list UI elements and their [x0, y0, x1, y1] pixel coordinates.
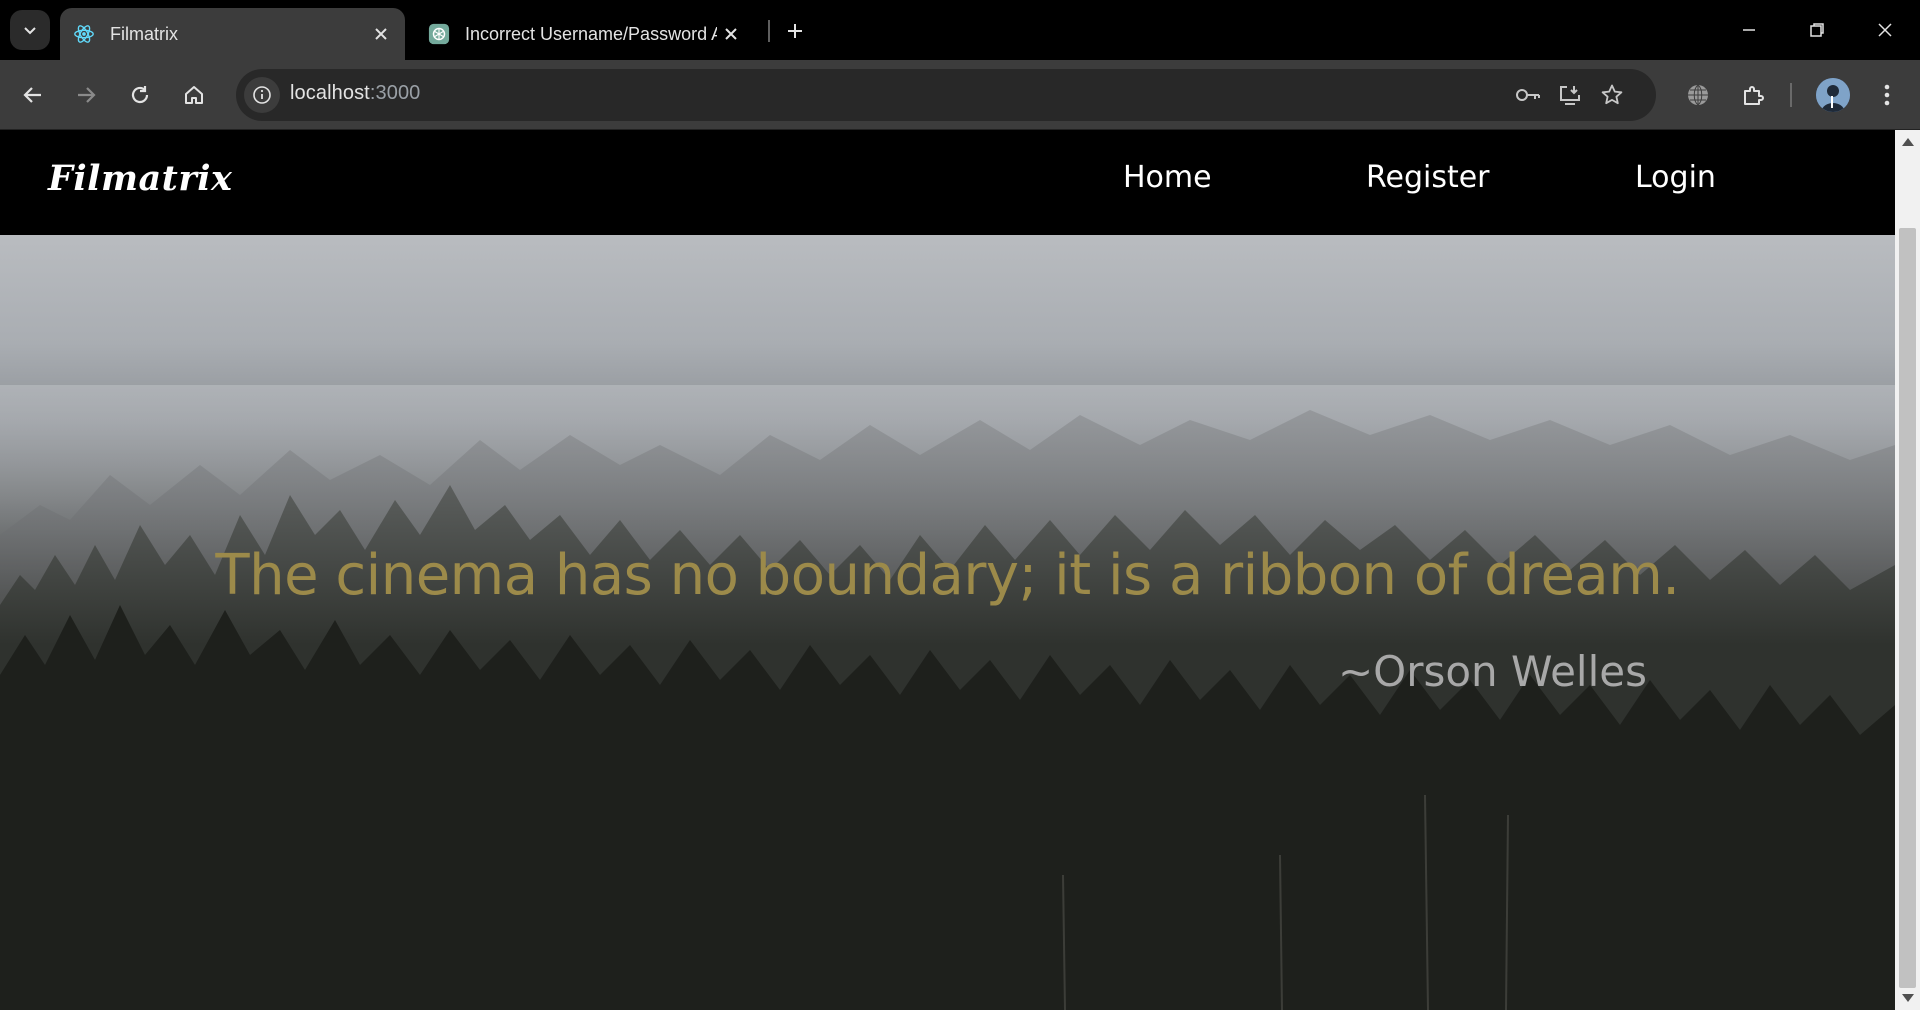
tab-chatgpt[interactable]: Incorrect Username/Password A [415, 8, 755, 60]
url-port: :3000 [369, 82, 421, 104]
install-app-icon [1560, 86, 1580, 105]
react-icon [72, 22, 96, 46]
chevron-down-icon [24, 27, 36, 35]
window-close-icon [1878, 23, 1892, 37]
translate-globe-icon [1688, 84, 1708, 106]
window-close-button[interactable] [1860, 10, 1910, 50]
tab-title: Incorrect Username/Password A [465, 23, 717, 44]
plus-icon [788, 24, 802, 38]
url-host: localhost [290, 82, 370, 104]
profile-avatar[interactable] [1816, 78, 1850, 112]
page-viewport: Filmatrix Home Register Login The cinema… [0, 130, 1895, 1010]
hero-section: The cinema has no boundary; it is a ribb… [0, 235, 1895, 1010]
bookmark-button[interactable] [1596, 79, 1628, 111]
extensions-button[interactable] [1732, 74, 1774, 116]
password-key-icon [1516, 89, 1540, 101]
nav-home-link[interactable]: Home [1123, 160, 1212, 195]
site-info-icon [253, 86, 271, 104]
restore-icon [1810, 23, 1824, 37]
url-text: localhost:3000 [290, 82, 420, 105]
new-tab-button[interactable] [778, 14, 812, 48]
browser-tab-strip: Filmatrix Incorrect Username/Password A [0, 0, 1920, 60]
foggy-forest-background [0, 385, 1895, 1010]
forward-icon [78, 87, 96, 103]
page-scrollbar[interactable] [1895, 130, 1920, 1010]
hero-quote: The cinema has no boundary; it is a ribb… [215, 543, 1680, 608]
site-info-button[interactable] [244, 77, 280, 113]
install-app-button[interactable] [1554, 79, 1586, 111]
toolbar-divider [1790, 83, 1792, 107]
home-button[interactable] [173, 74, 215, 116]
scroll-down-arrow-icon[interactable] [1902, 994, 1914, 1002]
minimize-button[interactable] [1724, 10, 1774, 50]
close-icon[interactable] [367, 20, 395, 48]
reload-icon [131, 86, 149, 104]
tab-title: Filmatrix [110, 23, 178, 44]
site-navbar: Filmatrix Home Register Login [0, 130, 1895, 235]
home-icon [185, 86, 203, 104]
browser-toolbar: localhost:3000 [0, 60, 1920, 130]
extensions-icon [1744, 86, 1764, 105]
back-icon [23, 87, 41, 103]
nav-login-link[interactable]: Login [1635, 160, 1716, 195]
reload-button[interactable] [119, 74, 161, 116]
site-logo[interactable]: Filmatrix [48, 158, 232, 199]
tab-search-button[interactable] [10, 10, 50, 50]
restore-button[interactable] [1792, 10, 1842, 50]
close-icon[interactable] [717, 20, 745, 48]
chatgpt-icon [427, 22, 451, 46]
translate-button[interactable] [1677, 74, 1719, 116]
scrollbar-thumb[interactable] [1899, 228, 1916, 988]
hero-quote-author: ~Orson Welles [1337, 647, 1647, 696]
bookmark-star-icon [1601, 84, 1623, 105]
password-key-button[interactable] [1512, 79, 1544, 111]
forward-button[interactable] [65, 74, 107, 116]
tab-filmatrix[interactable]: Filmatrix [60, 8, 405, 60]
address-bar[interactable]: localhost:3000 [236, 69, 1656, 121]
menu-dots-icon [1884, 84, 1890, 106]
scroll-up-arrow-icon[interactable] [1902, 138, 1914, 146]
back-button[interactable] [12, 74, 54, 116]
minimize-icon [1743, 29, 1755, 31]
nav-register-link[interactable]: Register [1366, 160, 1490, 195]
tab-separator [768, 20, 770, 42]
browser-menu-button[interactable] [1866, 74, 1908, 116]
